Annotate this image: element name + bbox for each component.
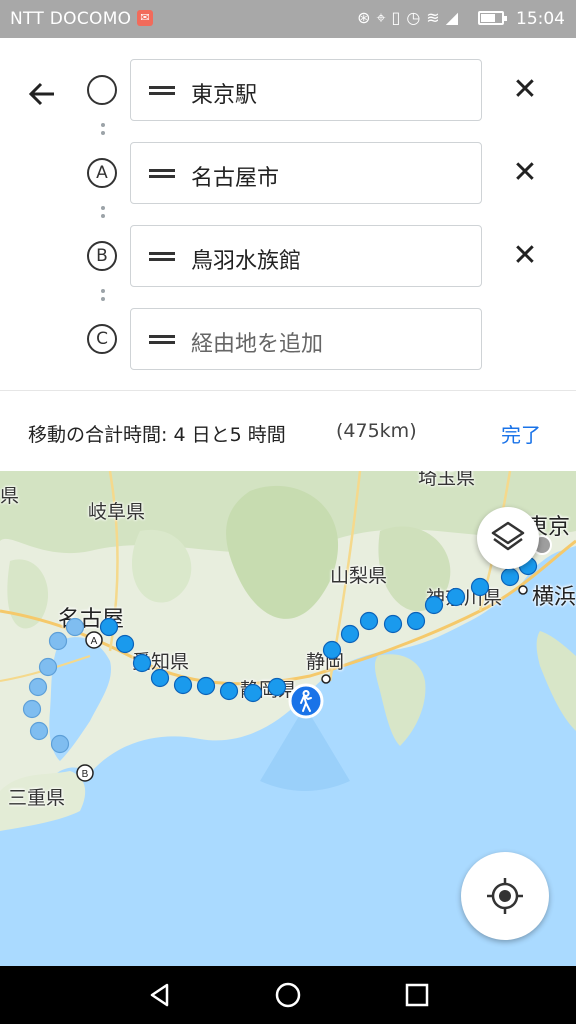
svg-text:A: A (91, 636, 98, 647)
svg-text:B: B (82, 769, 89, 780)
status-bar: NTT DOCOMO ✉ ⊛ ⌖ ▯ ◷ ≋ ◢ 15:04 (0, 0, 576, 38)
total-travel-time: 移動の合計時間: 4 日と5 時間 (28, 424, 286, 446)
origin-field[interactable]: 東京駅 (130, 59, 482, 121)
route-dot (22, 699, 42, 719)
route-dot (383, 614, 403, 634)
route-dot (50, 734, 70, 754)
recents-nav-icon[interactable] (402, 980, 432, 1010)
route-dot (359, 611, 379, 631)
my-location-button[interactable] (461, 852, 549, 940)
route-dot (243, 683, 263, 703)
waypoint-a-field[interactable]: 名古屋市 (130, 142, 482, 204)
route-dot (446, 587, 466, 607)
carrier-name: NTT DOCOMO (10, 9, 132, 29)
signal-4g-icon: ◢ (445, 8, 458, 27)
route-connector (101, 206, 105, 222)
remove-origin-button[interactable]: ✕ (508, 73, 542, 107)
route-dot (322, 640, 342, 660)
back-arrow-icon[interactable] (24, 76, 60, 112)
drag-handle-icon[interactable] (149, 252, 175, 261)
vibrate-icon: ▯ (391, 8, 401, 27)
waypoint-c-marker: C (87, 324, 117, 354)
alarm-icon: ◷ (406, 8, 421, 27)
route-dot (406, 611, 426, 631)
nfc-icon: ⊛ (357, 8, 371, 27)
route-dot (115, 634, 135, 654)
home-nav-icon[interactable] (273, 980, 303, 1010)
yokohama-dot-icon (518, 585, 528, 595)
drag-handle-icon[interactable] (149, 86, 175, 95)
route-summary: 移動の合計時間: 4 日と5 時間 (475km) 完了 (0, 391, 576, 471)
route-dot (48, 631, 68, 651)
wifi-icon: ≋ (426, 8, 440, 27)
route-dot (500, 567, 520, 587)
directions-panel: 東京駅 ✕ A 名古屋市 ✕ B 鳥羽水族館 ✕ C 経由地を追加 (0, 38, 576, 390)
route-dot (150, 668, 170, 688)
origin-value: 東京駅 (191, 83, 258, 108)
remove-waypoint-a-button[interactable]: ✕ (508, 156, 542, 190)
status-icons: ⊛ ⌖ ▯ ◷ ≋ ◢ (357, 8, 458, 28)
route-connector (101, 123, 105, 139)
mail-notification-icon: ✉ (137, 10, 153, 26)
map-view[interactable]: 埼玉県 県 岐阜県 名古屋 愛知県 三重県 静岡県 静岡 山梨県 神奈川県 横浜… (0, 471, 576, 966)
route-dot (99, 617, 119, 637)
layers-button[interactable] (477, 507, 539, 569)
my-location-icon (487, 878, 523, 914)
route-dot (173, 675, 193, 695)
shizuoka-dot-icon (321, 674, 331, 684)
route-dot (267, 677, 287, 697)
route-dot (38, 657, 58, 677)
route-dot (196, 676, 216, 696)
drag-handle-icon[interactable] (149, 335, 175, 344)
back-nav-icon[interactable] (145, 980, 175, 1010)
route-dot (132, 653, 152, 673)
add-waypoint-field[interactable]: 経由地を追加 (130, 308, 482, 370)
total-distance: (475km) (336, 420, 417, 442)
waypoint-b-field[interactable]: 鳥羽水族館 (130, 225, 482, 287)
route-dot (340, 624, 360, 644)
route-dot (28, 677, 48, 697)
route-dot (424, 595, 444, 615)
drag-handle-icon[interactable] (149, 169, 175, 178)
add-waypoint-placeholder: 経由地を追加 (191, 332, 324, 357)
waypoint-a-marker: A (87, 158, 117, 188)
route-dot (219, 681, 239, 701)
route-dots (22, 556, 538, 754)
battery-icon (478, 11, 507, 25)
system-nav-bar (0, 966, 576, 1024)
layers-icon (491, 521, 525, 551)
waypoint-a-value: 名古屋市 (191, 166, 280, 191)
route-connector (101, 289, 105, 305)
route-dot (470, 577, 490, 597)
origin-marker-icon (87, 75, 117, 105)
remove-waypoint-b-button[interactable]: ✕ (508, 239, 542, 273)
waypoint-b-marker: B (87, 241, 117, 271)
route-dot (65, 617, 85, 637)
done-button[interactable]: 完了 (501, 419, 541, 448)
clock: 15:04 (516, 9, 565, 29)
location-icon: ⌖ (376, 8, 386, 27)
route-dot (29, 721, 49, 741)
waypoint-b-value: 鳥羽水族館 (191, 249, 302, 274)
